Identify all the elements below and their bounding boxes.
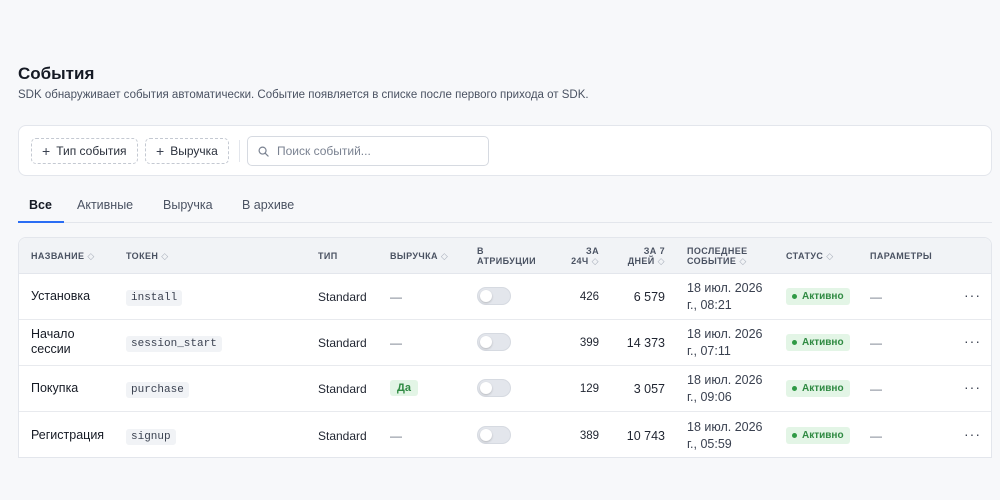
status-badge: Активно bbox=[786, 380, 850, 397]
event-revenue: — bbox=[390, 336, 402, 350]
attribution-toggle[interactable] bbox=[477, 426, 511, 444]
sort-icon: ◇ bbox=[591, 256, 599, 266]
event-token: install bbox=[126, 289, 183, 306]
plus-icon: + bbox=[156, 143, 165, 159]
event-revenue: — bbox=[390, 429, 402, 443]
revenue-badge: Да bbox=[390, 380, 418, 396]
status-dot-icon bbox=[792, 386, 797, 391]
last-event-date: 18 июл. 2026 г., 05:59 bbox=[687, 420, 763, 451]
table-row[interactable]: Начало сессии session_start Standard — 39… bbox=[19, 320, 991, 366]
count-24h: 426 bbox=[579, 291, 599, 303]
more-actions-icon[interactable]: ··· bbox=[964, 426, 981, 442]
count-24h: 389 bbox=[579, 430, 599, 442]
event-type: Standard bbox=[318, 336, 367, 350]
count-7d: 10 743 bbox=[626, 429, 665, 443]
search-input[interactable] bbox=[277, 144, 467, 158]
search-box[interactable] bbox=[247, 136, 489, 166]
add-revenue-label: Выручка bbox=[170, 144, 218, 158]
sort-icon: ◇ bbox=[161, 251, 169, 261]
status-badge: Активно bbox=[786, 334, 850, 351]
event-name: Регистрация bbox=[31, 428, 105, 442]
event-params: — bbox=[870, 290, 882, 304]
sort-icon: ◇ bbox=[87, 251, 95, 261]
toolbar: + Тип события + Выручка bbox=[18, 125, 992, 176]
plus-icon: + bbox=[42, 143, 51, 159]
event-type: Standard bbox=[318, 290, 367, 304]
add-event-type-button[interactable]: + Тип события bbox=[31, 138, 138, 164]
status-dot-icon bbox=[792, 294, 797, 299]
header-token[interactable]: ТОКЕН ◇ bbox=[126, 251, 169, 261]
last-event-date: 18 июл. 2026 г., 07:11 bbox=[687, 327, 763, 358]
attribution-toggle[interactable] bbox=[477, 333, 511, 351]
tab-bar: Все Активные Выручка В архиве bbox=[18, 190, 992, 223]
event-name: Покупка bbox=[31, 381, 79, 395]
count-7d: 14 373 bbox=[626, 336, 665, 350]
table-row[interactable]: Регистрация signup Standard — 389 10 743… bbox=[19, 412, 991, 457]
attribution-toggle[interactable] bbox=[477, 379, 511, 397]
table-header: НАЗВАНИЕ ◇ ТОКЕН ◇ ТИП ВЫРУЧКА ◇ В АТРИБУЦИИ… bbox=[19, 238, 991, 274]
header-revenue[interactable]: ВЫРУЧКА ◇ bbox=[390, 251, 448, 261]
tab-active[interactable]: Активные bbox=[77, 198, 133, 212]
status-dot-icon bbox=[792, 340, 797, 345]
count-7d: 3 057 bbox=[633, 382, 665, 396]
tab-archive[interactable]: В архиве bbox=[242, 198, 294, 212]
last-event-date: 18 июл. 2026 г., 08:21 bbox=[687, 281, 763, 312]
event-type: Standard bbox=[318, 429, 367, 443]
event-revenue: — bbox=[390, 290, 402, 304]
count-24h: 129 bbox=[579, 383, 599, 395]
tab-all[interactable]: Все bbox=[29, 198, 52, 212]
page-subtitle: SDK обнаруживает события автоматически. … bbox=[18, 89, 589, 101]
more-actions-icon[interactable]: ··· bbox=[964, 287, 981, 303]
event-params: — bbox=[870, 336, 882, 350]
header-24h[interactable]: ЗА 24Ч ◇ bbox=[567, 246, 599, 266]
sort-icon: ◇ bbox=[440, 251, 449, 261]
event-name: Начало сессии bbox=[31, 327, 75, 356]
active-tab-indicator bbox=[18, 221, 64, 223]
count-24h: 399 bbox=[579, 337, 599, 349]
toolbar-divider bbox=[239, 140, 240, 162]
table-row[interactable]: Установка install Standard — 426 6 579 1… bbox=[19, 274, 991, 320]
header-name[interactable]: НАЗВАНИЕ ◇ bbox=[31, 251, 95, 261]
event-params: — bbox=[870, 429, 882, 443]
header-params: ПАРАМЕТРЫ bbox=[870, 251, 933, 261]
sort-icon: ◇ bbox=[739, 256, 747, 266]
count-7d: 6 579 bbox=[633, 290, 665, 304]
last-event-date: 18 июл. 2026 г., 09:06 bbox=[687, 373, 763, 404]
add-revenue-button[interactable]: + Выручка bbox=[145, 138, 229, 164]
tab-revenue[interactable]: Выручка bbox=[163, 198, 213, 212]
event-type: Standard bbox=[318, 382, 367, 396]
event-token: session_start bbox=[126, 335, 222, 352]
table-row[interactable]: Покупка purchase Standard Да 129 3 057 1… bbox=[19, 366, 991, 412]
status-dot-icon bbox=[792, 433, 797, 438]
header-last-event[interactable]: ПОСЛЕДНЕЕ СОБЫТИЕ ◇ bbox=[687, 246, 748, 266]
events-table: НАЗВАНИЕ ◇ ТОКЕН ◇ ТИП ВЫРУЧКА ◇ В АТРИБУЦИИ… bbox=[18, 237, 992, 458]
header-status[interactable]: СТАТУС ◇ bbox=[786, 251, 834, 261]
attribution-toggle[interactable] bbox=[477, 287, 511, 305]
more-actions-icon[interactable]: ··· bbox=[964, 333, 981, 349]
header-7d[interactable]: ЗА 7 ДНЕЙ ◇ bbox=[617, 246, 665, 266]
sort-icon: ◇ bbox=[826, 251, 834, 261]
header-attribution: В АТРИБУЦИИ bbox=[477, 246, 536, 266]
status-badge: Активно bbox=[786, 288, 850, 305]
page-title: События bbox=[18, 64, 95, 83]
header-type: ТИП bbox=[318, 251, 338, 261]
event-params: — bbox=[870, 382, 882, 396]
status-badge: Активно bbox=[786, 427, 850, 444]
sort-icon: ◇ bbox=[657, 256, 665, 266]
add-event-type-label: Тип события bbox=[56, 144, 127, 158]
more-actions-icon[interactable]: ··· bbox=[964, 379, 981, 395]
event-token: purchase bbox=[126, 381, 189, 398]
event-token: signup bbox=[126, 428, 176, 445]
event-name: Установка bbox=[31, 289, 91, 303]
search-icon bbox=[258, 146, 269, 157]
